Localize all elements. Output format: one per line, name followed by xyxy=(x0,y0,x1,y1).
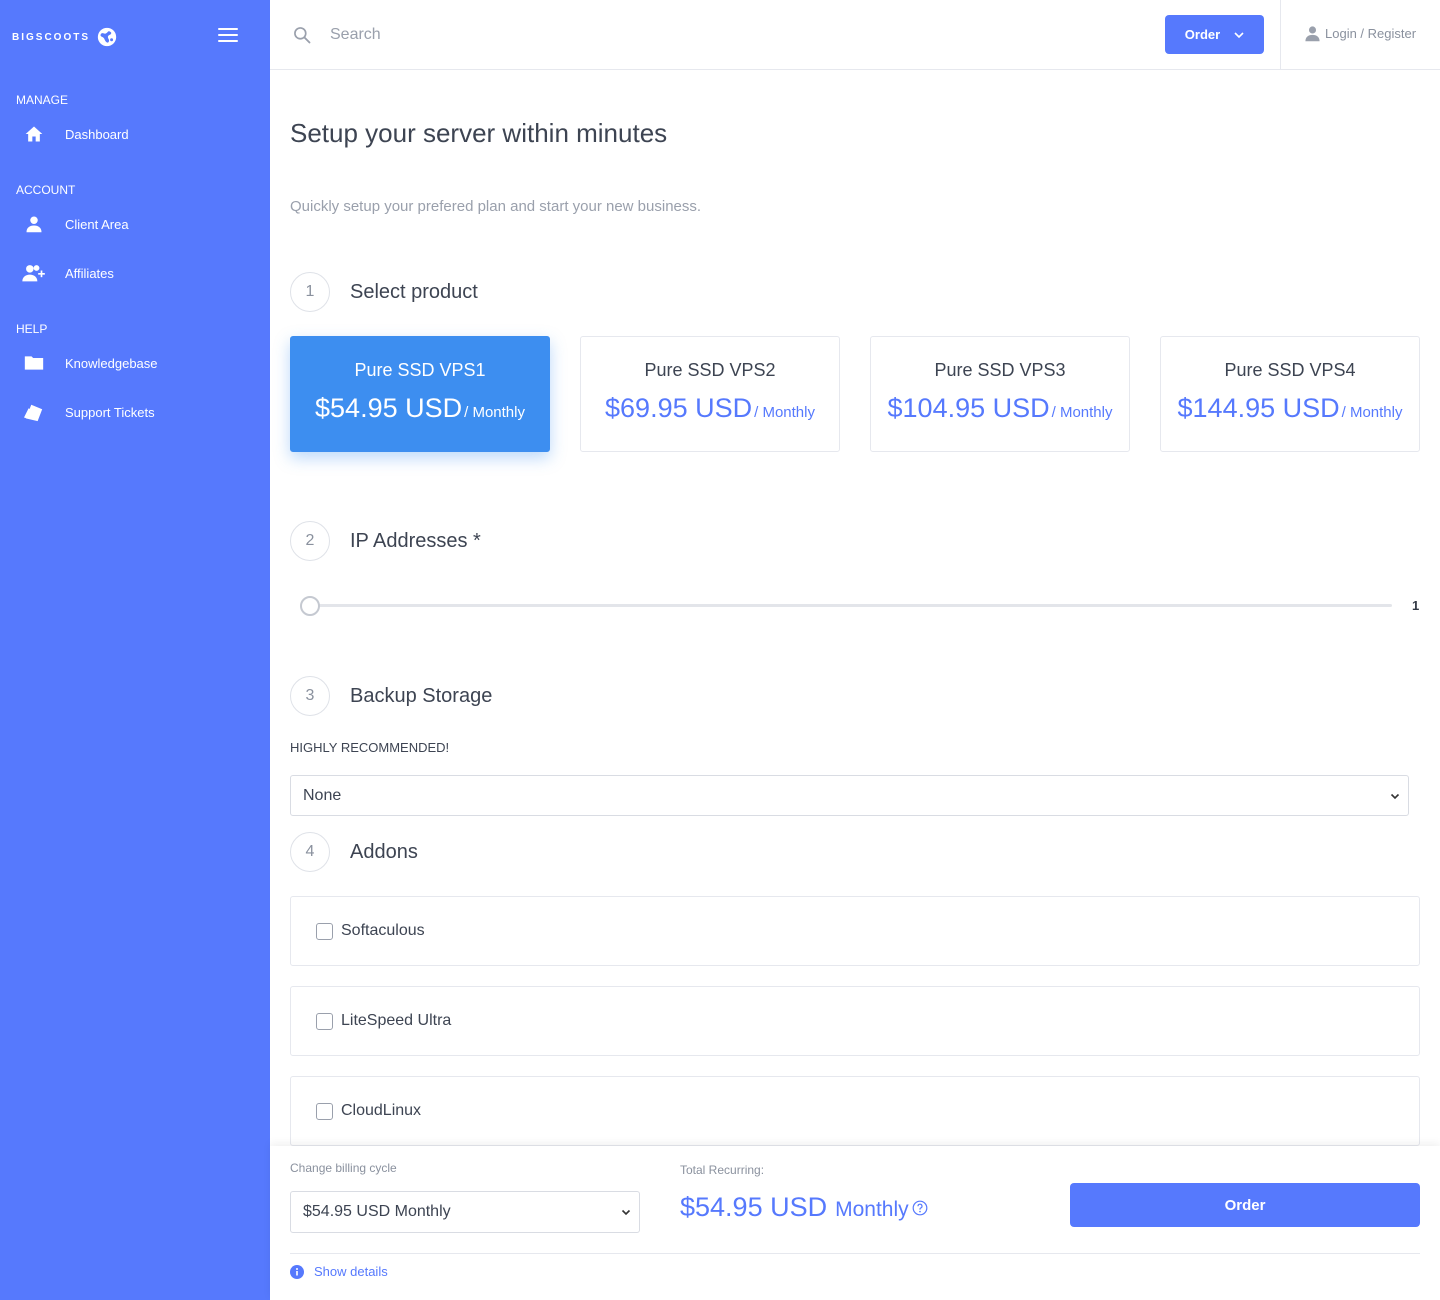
step-title: Select product xyxy=(350,280,478,303)
order-summary-bar: Change billing cycle $54.95 USD Monthly … xyxy=(270,1146,1440,1300)
sidebar-item-knowledgebase[interactable]: Knowledgebase xyxy=(22,350,158,376)
sidebar-item-affiliates[interactable]: Affiliates xyxy=(22,260,114,286)
backup-storage-select[interactable]: None xyxy=(290,775,1409,816)
user-icon xyxy=(22,212,46,236)
chevron-down-icon xyxy=(621,1209,631,1216)
plan-cycle: / Monthly xyxy=(1341,404,1403,421)
login-label: Login / Register xyxy=(1325,26,1417,41)
total-recurring: $54.95 USD Monthly xyxy=(680,1192,928,1223)
sidebar-item-label: Knowledgebase xyxy=(65,355,158,371)
addon-checkbox[interactable] xyxy=(316,1102,333,1120)
brand-logo[interactable]: BIGSCOOTS xyxy=(12,24,118,50)
step-title: Addons xyxy=(350,840,418,863)
show-details-label: Show details xyxy=(314,1264,388,1279)
addon-checkbox[interactable] xyxy=(316,1012,333,1030)
plan-card-vps1[interactable]: Pure SSD VPS1 $54.95 USD / Monthly xyxy=(290,336,550,452)
page-subtitle: Quickly setup your prefered plan and sta… xyxy=(290,198,702,215)
addon-label[interactable]: Softaculous xyxy=(341,922,425,940)
order-button-label: Order xyxy=(1184,27,1221,42)
user-icon xyxy=(1305,26,1320,42)
chevron-down-icon xyxy=(1390,793,1400,799)
folder-icon xyxy=(22,351,46,375)
plan-cycle: / Monthly xyxy=(754,404,815,421)
slider-handle[interactable] xyxy=(300,596,320,616)
home-icon xyxy=(22,122,46,146)
ip-addresses-slider[interactable] xyxy=(300,596,1394,616)
sidebar-item-label: Support Tickets xyxy=(65,404,155,420)
help-icon[interactable] xyxy=(912,1200,928,1216)
search-icon xyxy=(294,27,311,44)
addon-label[interactable]: LiteSpeed Ultra xyxy=(341,1012,451,1030)
step-addons: 4 Addons xyxy=(290,832,418,872)
step-ip-addresses: 2 IP Addresses * xyxy=(290,521,481,561)
login-register-link[interactable]: Login / Register xyxy=(1304,25,1416,42)
section-account: ACCOUNT xyxy=(16,183,76,197)
select-value: None xyxy=(303,786,342,804)
plan-name: Pure SSD VPS3 xyxy=(934,360,1066,380)
addon-cloudlinux: CloudLinux xyxy=(290,1076,1420,1146)
section-manage: MANAGE xyxy=(16,93,69,107)
globe-icon xyxy=(97,27,117,47)
plan-card-vps3[interactable]: Pure SSD VPS3 $104.95 USD / Monthly xyxy=(870,336,1130,452)
step-number: 3 xyxy=(290,676,330,716)
plan-price: $144.95 USD xyxy=(1177,393,1340,423)
info-icon xyxy=(290,1264,304,1279)
ip-addresses-value: 1 xyxy=(1412,598,1420,613)
step-title: IP Addresses * xyxy=(350,529,481,552)
user-plus-icon xyxy=(22,261,46,285)
sidebar-item-label: Client Area xyxy=(65,216,129,232)
header-divider xyxy=(1280,0,1281,70)
billing-cycle-label: Change billing cycle xyxy=(290,1161,397,1175)
addon-softaculous: Softaculous xyxy=(290,896,1420,966)
sidebar-item-label: Dashboard xyxy=(65,126,129,142)
step-number: 2 xyxy=(290,521,330,561)
plan-name: Pure SSD VPS2 xyxy=(644,360,776,380)
plan-price: $69.95 USD xyxy=(605,393,753,423)
plan-name: Pure SSD VPS1 xyxy=(354,360,486,380)
total-cycle: Monthly xyxy=(835,1198,909,1221)
brand-name: BIGSCOOTS xyxy=(12,31,91,43)
addon-litespeed-ultra: LiteSpeed Ultra xyxy=(290,986,1420,1056)
sidebar: BIGSCOOTS MANAGE Dashboard ACCOUNT Clien… xyxy=(0,0,270,1300)
plan-list: Pure SSD VPS1 $54.95 USD / Monthly Pure S… xyxy=(290,336,1420,452)
addon-label[interactable]: CloudLinux xyxy=(341,1102,421,1120)
step-title: Backup Storage xyxy=(350,684,493,707)
top-header: Order Login / Register xyxy=(270,0,1440,70)
plan-cycle: / Monthly xyxy=(1051,404,1113,421)
plan-card-vps2[interactable]: Pure SSD VPS2 $69.95 USD / Monthly xyxy=(580,336,840,452)
order-dropdown-button[interactable]: Order xyxy=(1165,15,1264,54)
plan-price: $54.95 USD xyxy=(315,393,463,423)
ticket-icon xyxy=(22,400,46,424)
step-number: 1 xyxy=(290,272,330,312)
plan-cycle: / Monthly xyxy=(464,404,525,421)
plan-card-vps4[interactable]: Pure SSD VPS4 $144.95 USD / Monthly xyxy=(1160,336,1420,452)
sidebar-item-dashboard[interactable]: Dashboard xyxy=(22,121,129,147)
plan-price: $104.95 USD xyxy=(887,393,1050,423)
step-select-product: 1 Select product xyxy=(290,272,478,312)
footer-divider xyxy=(290,1253,1420,1254)
sidebar-item-support-tickets[interactable]: Support Tickets xyxy=(22,399,155,425)
search-input[interactable] xyxy=(330,20,1030,50)
chevron-down-icon xyxy=(1234,31,1244,38)
sidebar-item-client-area[interactable]: Client Area xyxy=(22,211,129,237)
step-backup-storage: 3 Backup Storage xyxy=(290,676,492,716)
recommendation-note: HIGHLY RECOMMENDED! xyxy=(290,740,450,755)
section-help: HELP xyxy=(16,322,48,336)
total-amount: $54.95 USD xyxy=(680,1192,828,1222)
menu-toggle-icon[interactable] xyxy=(218,28,238,42)
sidebar-item-label: Affiliates xyxy=(65,265,114,281)
billing-cycle-select[interactable]: $54.95 USD Monthly xyxy=(290,1191,640,1233)
plan-name: Pure SSD VPS4 xyxy=(1224,360,1356,380)
select-value: $54.95 USD Monthly xyxy=(303,1203,451,1220)
show-details-link[interactable]: Show details xyxy=(290,1264,388,1279)
step-number: 4 xyxy=(290,832,330,872)
addon-checkbox[interactable] xyxy=(316,922,333,940)
slider-track xyxy=(310,604,1392,607)
total-recurring-label: Total Recurring: xyxy=(680,1163,765,1177)
order-button[interactable]: Order xyxy=(1070,1183,1420,1227)
page-title: Setup your server within minutes xyxy=(290,118,668,148)
